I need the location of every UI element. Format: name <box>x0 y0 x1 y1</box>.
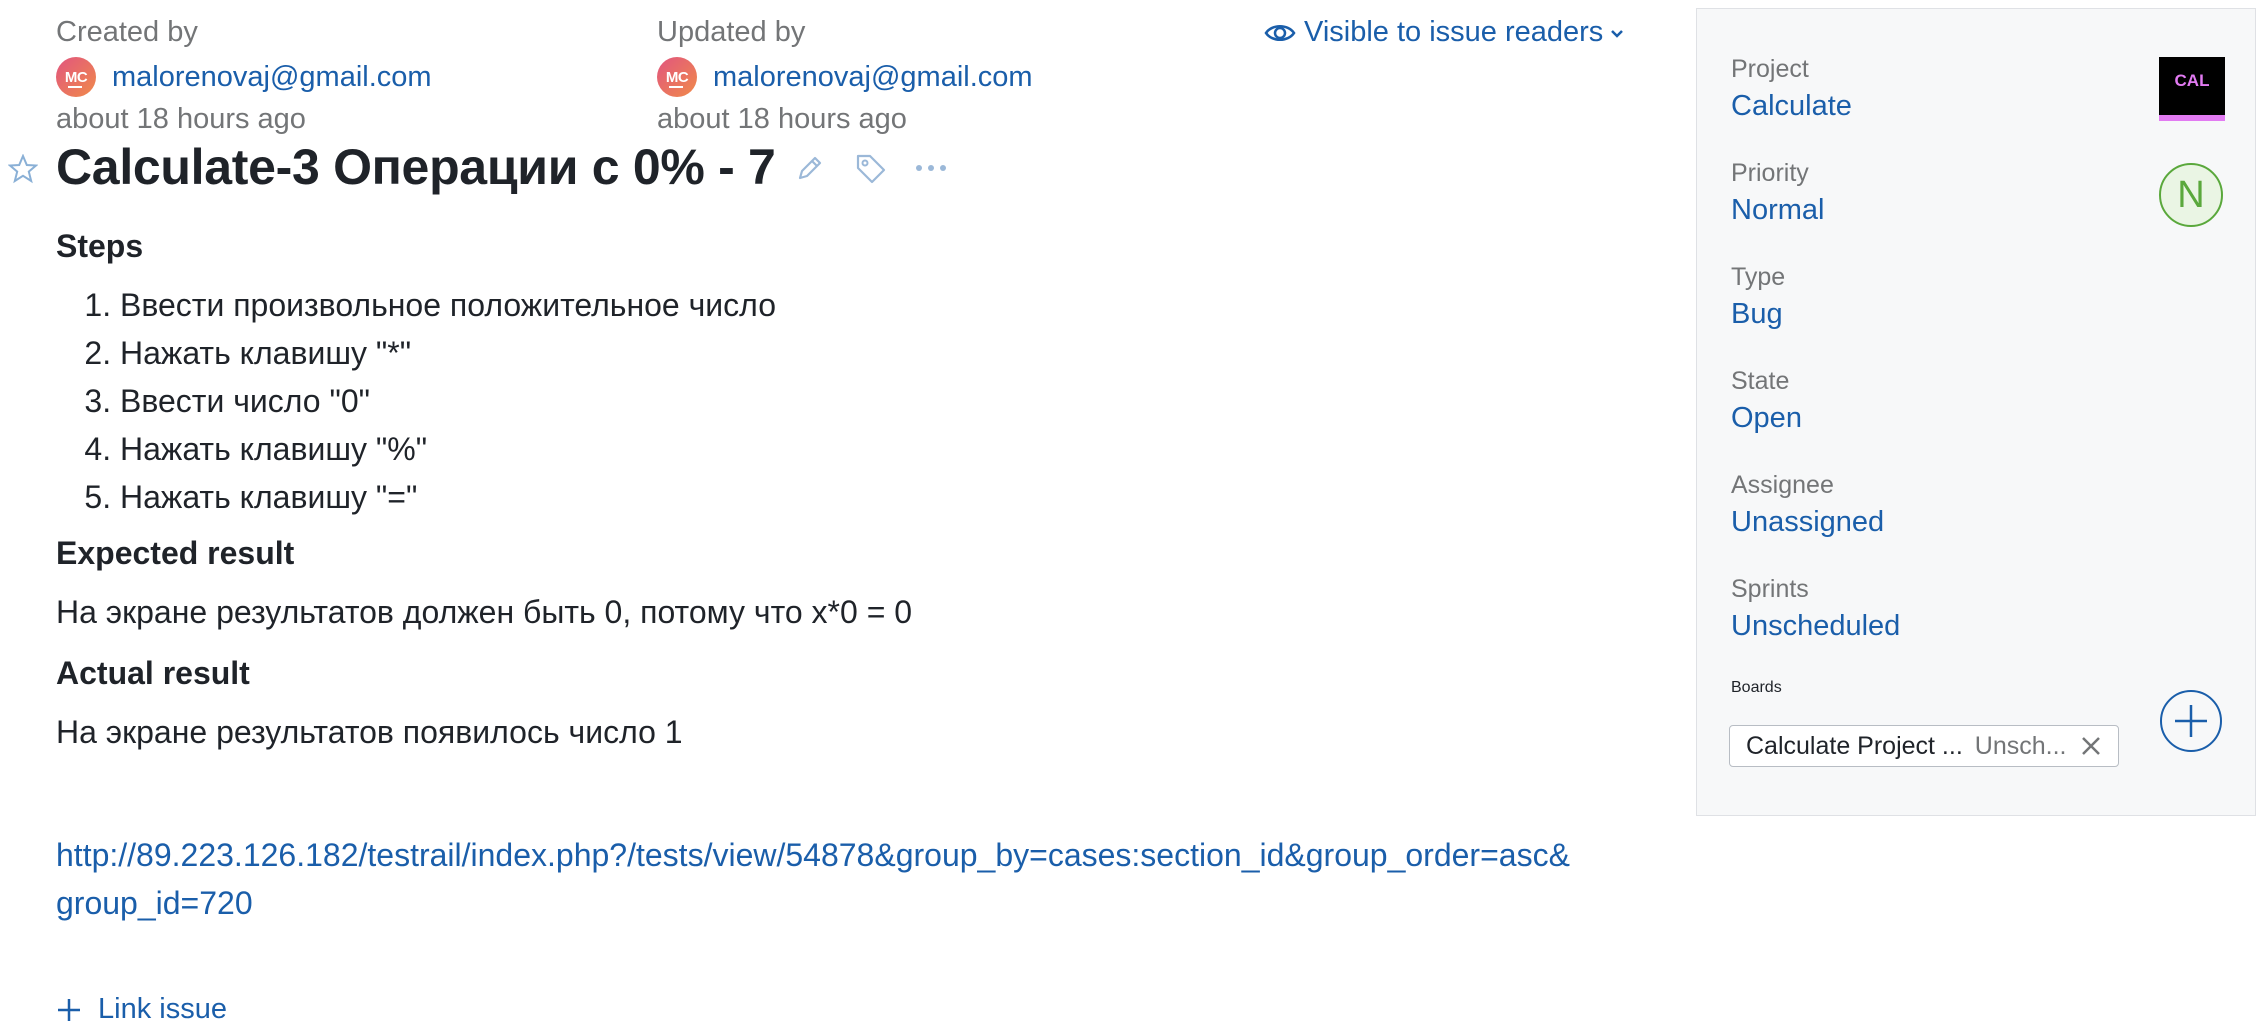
project-logo-text: CAL <box>2174 71 2210 90</box>
pencil-icon[interactable] <box>794 152 826 184</box>
assignee-field: Assignee Unassigned <box>1731 471 1884 539</box>
board-chip[interactable]: Calculate Project ... Unsch... <box>1729 725 2119 767</box>
board-sprint: Unsch... <box>1974 731 2067 760</box>
tag-icon[interactable] <box>854 152 888 184</box>
updater-email-link[interactable]: malorenovaj@gmail.com <box>713 61 1033 94</box>
testrail-link[interactable]: http://89.223.126.182/testrail/index.php… <box>56 831 1636 927</box>
created-by-label: Created by <box>56 16 198 48</box>
more-options-icon[interactable] <box>914 160 948 176</box>
type-field: Type Bug <box>1731 263 1785 331</box>
project-logo[interactable]: CAL <box>2159 57 2225 121</box>
add-board-button[interactable] <box>2159 689 2223 753</box>
assignee-label: Assignee <box>1731 471 1834 499</box>
priority-badge[interactable]: N <box>2159 163 2223 227</box>
issue-title[interactable]: Calculate-3 Операции с 0% - 7 <box>56 138 776 196</box>
step-item: Нажать клавишу "=" <box>120 473 1636 521</box>
project-field: Project Calculate <box>1731 55 1852 123</box>
issue-fields-panel: Project Calculate CAL Priority Normal N … <box>1696 8 2256 816</box>
type-label: Type <box>1731 263 1786 291</box>
priority-field: Priority Normal <box>1731 159 1824 227</box>
boards-label: Boards <box>1731 679 1782 696</box>
updated-by-label: Updated by <box>657 16 806 48</box>
created-by-block: Created by MC malorenovaj@gmail.com abou… <box>56 16 432 136</box>
priority-label: Priority <box>1731 159 1809 187</box>
board-name: Calculate Project ... <box>1746 731 1963 760</box>
visibility-label: Visible to issue readers <box>1304 16 1604 48</box>
actual-result-text: На экране результатов появилось число 1 <box>56 714 683 750</box>
state-label: State <box>1731 367 1790 395</box>
issue-description: Steps Ввести произвольное положительное … <box>56 228 1636 927</box>
link-issue-button[interactable]: Link issue <box>56 993 227 1026</box>
sprints-value[interactable]: Unscheduled <box>1731 610 1900 643</box>
step-item: Ввести число "0" <box>120 377 1636 425</box>
close-icon[interactable] <box>2080 735 2102 757</box>
updater-avatar[interactable]: MC <box>657 57 697 97</box>
actual-result-heading: Actual result <box>56 655 250 691</box>
expected-result-heading: Expected result <box>56 535 295 571</box>
project-label: Project <box>1731 55 1809 83</box>
state-field: State Open <box>1731 367 1802 435</box>
creator-email-link[interactable]: malorenovaj@gmail.com <box>112 61 432 94</box>
eye-icon <box>1264 24 1296 41</box>
step-item: Нажать клавишу "%" <box>120 425 1636 473</box>
priority-value[interactable]: Normal <box>1731 194 1824 227</box>
project-value[interactable]: Calculate <box>1731 90 1852 123</box>
sprints-label: Sprints <box>1731 575 1809 603</box>
sprints-field: Sprints Unscheduled <box>1731 575 1900 643</box>
testrail-link-line1: http://89.223.126.182/testrail/index.php… <box>56 837 1570 873</box>
type-value[interactable]: Bug <box>1731 298 1785 331</box>
steps-heading: Steps <box>56 228 144 264</box>
chevron-down-icon <box>1611 29 1624 38</box>
updated-time: about 18 hours ago <box>657 103 907 135</box>
created-time: about 18 hours ago <box>56 103 306 135</box>
link-issue-label: Link issue <box>98 993 227 1025</box>
testrail-link-line2: group_id=720 <box>56 885 253 921</box>
updated-by-block: Updated by MC malorenovaj@gmail.com abou… <box>657 16 1033 136</box>
plus-icon <box>58 998 80 1021</box>
step-item: Нажать клавишу "*" <box>120 329 1636 377</box>
state-value[interactable]: Open <box>1731 402 1802 435</box>
visibility-dropdown[interactable]: Visible to issue readers <box>1264 16 1625 49</box>
assignee-value[interactable]: Unassigned <box>1731 506 1884 539</box>
expected-result-text: На экране результатов должен быть 0, пот… <box>56 594 913 630</box>
steps-list: Ввести произвольное положительное число … <box>56 281 1636 521</box>
star-icon[interactable] <box>8 154 38 184</box>
creator-avatar[interactable]: MC <box>56 57 96 97</box>
step-item: Ввести произвольное положительное число <box>120 281 1636 329</box>
